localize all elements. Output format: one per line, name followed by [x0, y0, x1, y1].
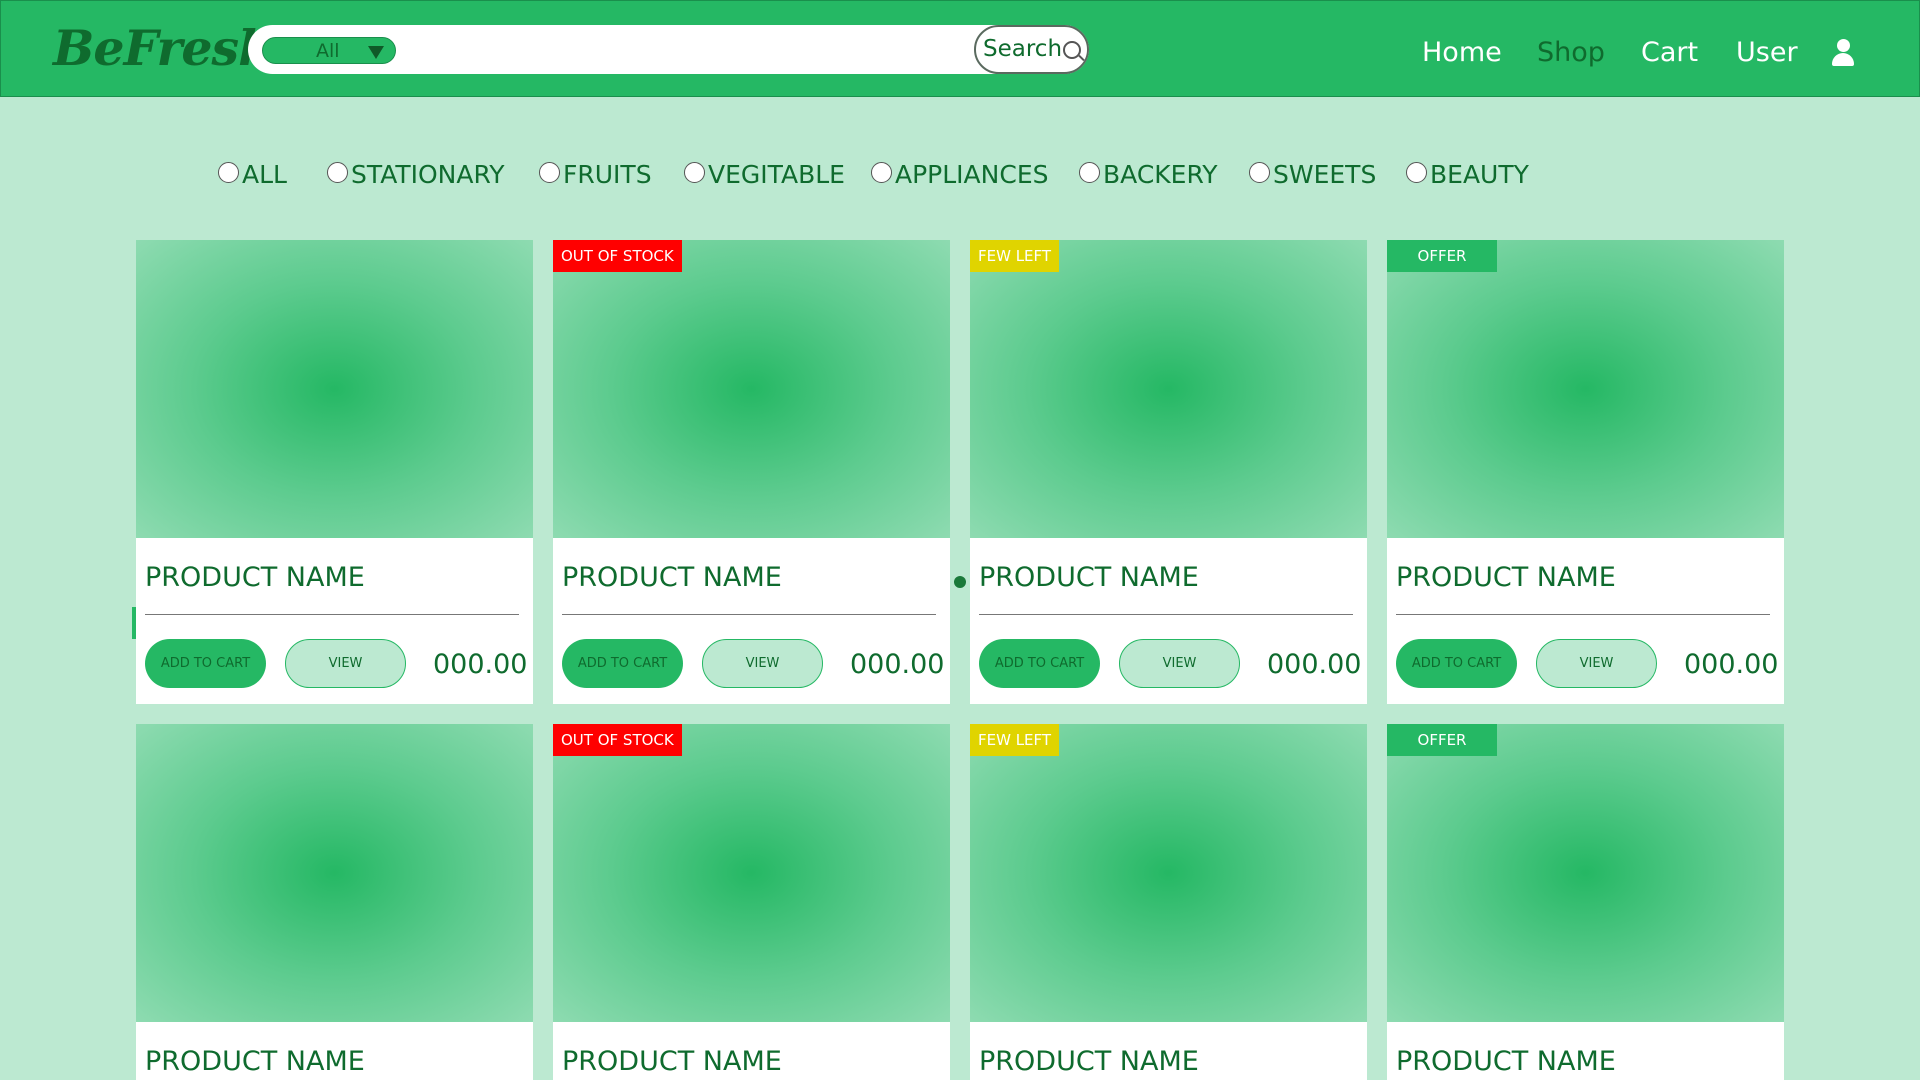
- product-card[interactable]: OFFER PRODUCT NAME: [1387, 724, 1784, 1080]
- filter-fruits[interactable]: FRUITS: [539, 160, 652, 190]
- product-price: 000.00: [433, 649, 528, 680]
- product-name: PRODUCT NAME: [979, 1046, 1199, 1077]
- product-image[interactable]: [970, 240, 1367, 538]
- product-name: PRODUCT NAME: [562, 562, 782, 593]
- divider: [979, 614, 1353, 615]
- radio-sweets[interactable]: [1249, 162, 1270, 183]
- radio-backery[interactable]: [1079, 162, 1100, 183]
- view-button[interactable]: VIEW: [285, 639, 406, 688]
- product-name: PRODUCT NAME: [562, 1046, 782, 1077]
- add-to-cart-button[interactable]: ADD TO CART: [145, 639, 266, 688]
- add-to-cart-button[interactable]: ADD TO CART: [1396, 639, 1517, 688]
- top-header: BeFresh All Search Home Shop Cart User: [0, 0, 1920, 97]
- product-price: 000.00: [850, 649, 945, 680]
- few-left-badge: FEW LEFT: [970, 240, 1060, 272]
- radio-all[interactable]: [218, 162, 239, 183]
- offer-badge: OFFER: [1387, 724, 1497, 756]
- offer-badge: OFFER: [1387, 240, 1497, 272]
- radio-appliances[interactable]: [871, 162, 892, 183]
- out-of-stock-badge: OUT OF STOCK: [553, 240, 682, 272]
- filter-label: BACKERY: [1103, 160, 1218, 189]
- divider: [562, 614, 936, 615]
- filter-vegitable[interactable]: VEGITABLE: [684, 160, 845, 190]
- product-price: 000.00: [1684, 649, 1779, 680]
- product-card[interactable]: OUT OF STOCK PRODUCT NAME: [553, 724, 950, 1080]
- radio-vegitable[interactable]: [684, 162, 705, 183]
- product-card[interactable]: PRODUCT NAME ADD TO CART VIEW 000.00: [136, 240, 533, 704]
- search-button-label: Search: [983, 36, 1063, 62]
- filter-label: ALL: [242, 160, 287, 189]
- product-image[interactable]: [1387, 240, 1784, 538]
- filter-label: SWEETS: [1273, 160, 1377, 189]
- filter-label: VEGITABLE: [708, 160, 845, 189]
- caret-down-icon: [368, 46, 384, 59]
- nav-cart[interactable]: Cart: [1641, 37, 1698, 68]
- filter-label: BEAUTY: [1430, 160, 1529, 189]
- product-price: 000.00: [1267, 649, 1362, 680]
- category-select[interactable]: All: [262, 37, 396, 64]
- product-image[interactable]: [970, 724, 1367, 1022]
- product-image[interactable]: [136, 240, 533, 538]
- filter-sweets[interactable]: SWEETS: [1249, 160, 1376, 190]
- add-to-cart-button[interactable]: ADD TO CART: [562, 639, 683, 688]
- product-image[interactable]: [553, 724, 950, 1022]
- divider: [1396, 614, 1770, 615]
- radio-stationary[interactable]: [327, 162, 348, 183]
- product-card[interactable]: FEW LEFT PRODUCT NAME: [970, 724, 1367, 1080]
- product-card[interactable]: OFFER PRODUCT NAME ADD TO CART VIEW 000.…: [1387, 240, 1784, 704]
- few-left-badge: FEW LEFT: [970, 724, 1060, 756]
- divider: [145, 614, 519, 615]
- nav-home[interactable]: Home: [1422, 37, 1502, 68]
- filter-stationary[interactable]: STATIONARY: [327, 160, 505, 190]
- product-card[interactable]: OUT OF STOCK PRODUCT NAME ADD TO CART VI…: [553, 240, 950, 704]
- side-indicator: [132, 607, 136, 639]
- view-button[interactable]: VIEW: [1536, 639, 1657, 688]
- product-image[interactable]: [553, 240, 950, 538]
- radio-beauty[interactable]: [1406, 162, 1427, 183]
- filter-label: FRUITS: [563, 160, 652, 189]
- out-of-stock-badge: OUT OF STOCK: [553, 724, 682, 756]
- brand-logo[interactable]: BeFresh: [53, 19, 274, 77]
- search-button[interactable]: Search: [974, 25, 1089, 74]
- filter-all[interactable]: ALL: [218, 160, 287, 190]
- product-name: PRODUCT NAME: [1396, 562, 1616, 593]
- filter-beauty[interactable]: BEAUTY: [1406, 160, 1529, 190]
- search-bar: All Search: [248, 25, 1089, 74]
- product-image[interactable]: [136, 724, 533, 1022]
- radio-fruits[interactable]: [539, 162, 560, 183]
- product-name: PRODUCT NAME: [145, 1046, 365, 1077]
- search-icon: [1063, 41, 1081, 59]
- product-card[interactable]: FEW LEFT PRODUCT NAME ADD TO CART VIEW 0…: [970, 240, 1367, 704]
- filter-label: STATIONARY: [351, 160, 505, 189]
- indicator-dot: [954, 576, 966, 588]
- view-button[interactable]: VIEW: [1119, 639, 1240, 688]
- search-input[interactable]: [408, 31, 988, 68]
- nav-user[interactable]: User: [1736, 37, 1798, 68]
- category-select-value: All: [316, 40, 340, 62]
- filter-label: APPLIANCES: [895, 160, 1049, 189]
- product-image[interactable]: [1387, 724, 1784, 1022]
- filter-appliances[interactable]: APPLIANCES: [871, 160, 1048, 190]
- product-name: PRODUCT NAME: [1396, 1046, 1616, 1077]
- user-icon[interactable]: [1831, 39, 1855, 67]
- nav-shop[interactable]: Shop: [1537, 37, 1605, 68]
- add-to-cart-button[interactable]: ADD TO CART: [979, 639, 1100, 688]
- filter-backery[interactable]: BACKERY: [1079, 160, 1218, 190]
- product-card[interactable]: PRODUCT NAME: [136, 724, 533, 1080]
- view-button[interactable]: VIEW: [702, 639, 823, 688]
- product-name: PRODUCT NAME: [145, 562, 365, 593]
- product-name: PRODUCT NAME: [979, 562, 1199, 593]
